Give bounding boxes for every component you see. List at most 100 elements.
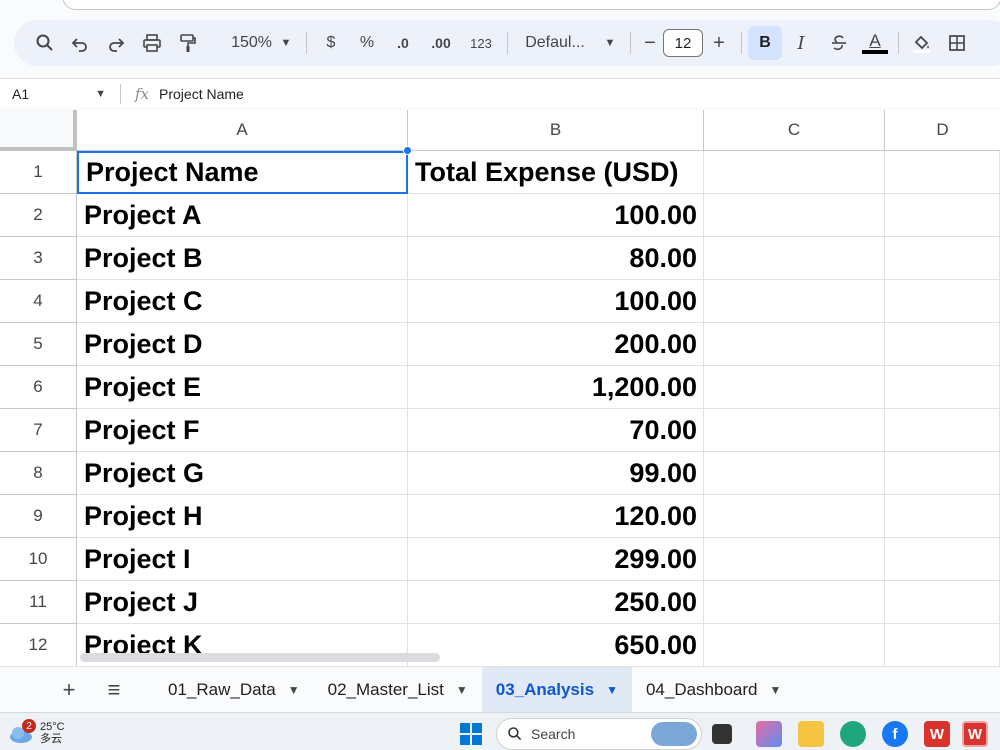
- cell-project-name[interactable]: Project A: [77, 194, 408, 237]
- row-header[interactable]: 11: [0, 581, 77, 624]
- select-all-corner[interactable]: [0, 110, 77, 151]
- cell-empty[interactable]: [885, 151, 1000, 194]
- strikethrough-icon[interactable]: [820, 27, 858, 59]
- currency-format-button[interactable]: $: [313, 27, 349, 59]
- cell-empty[interactable]: [704, 323, 885, 366]
- cell-empty[interactable]: [885, 624, 1000, 666]
- text-color-button[interactable]: A: [858, 27, 892, 59]
- cell-empty[interactable]: [704, 151, 885, 194]
- selected-cell-a1[interactable]: Project Name: [77, 151, 408, 194]
- cell-empty[interactable]: [704, 280, 885, 323]
- cell-empty[interactable]: [885, 194, 1000, 237]
- cell-header-expense[interactable]: Total Expense (USD): [408, 151, 704, 194]
- cell-empty[interactable]: [704, 194, 885, 237]
- formula-input[interactable]: Project Name: [159, 86, 244, 102]
- column-header-b[interactable]: B: [408, 110, 704, 151]
- add-sheet-button[interactable]: +: [44, 674, 94, 706]
- windows-start-icon[interactable]: [458, 721, 484, 747]
- cell-expense[interactable]: 99.00: [408, 452, 704, 495]
- cell-expense[interactable]: 80.00: [408, 237, 704, 280]
- cell-project-name[interactable]: Project H: [77, 495, 408, 538]
- redo-icon[interactable]: [98, 27, 134, 59]
- paint-format-icon[interactable]: [170, 27, 206, 59]
- decrease-font-size-button[interactable]: −: [637, 27, 663, 59]
- cell-empty[interactable]: [704, 409, 885, 452]
- row-header[interactable]: 1: [0, 151, 77, 194]
- cell-empty[interactable]: [704, 495, 885, 538]
- row-header[interactable]: 5: [0, 323, 77, 366]
- sheet-tab-master-list[interactable]: 02_Master_List ▼: [314, 667, 482, 713]
- all-sheets-menu-button[interactable]: ≡: [94, 674, 134, 706]
- wps-office-icon[interactable]: W: [924, 721, 950, 747]
- name-box[interactable]: A1 ▼: [0, 86, 120, 102]
- sheet-tab-analysis[interactable]: 03_Analysis ▼: [481, 666, 632, 713]
- row-header[interactable]: 10: [0, 538, 77, 581]
- cell-project-name[interactable]: Project I: [77, 538, 408, 581]
- row-header[interactable]: 6: [0, 366, 77, 409]
- cell-empty[interactable]: [704, 452, 885, 495]
- borders-icon[interactable]: [939, 27, 975, 59]
- sheet-tab-dashboard[interactable]: 04_Dashboard ▼: [632, 667, 795, 713]
- cell-empty[interactable]: [885, 280, 1000, 323]
- cell-empty[interactable]: [885, 538, 1000, 581]
- edge-browser-icon[interactable]: [840, 721, 866, 747]
- font-select[interactable]: Defaul...: [514, 27, 596, 59]
- copilot-icon[interactable]: [756, 721, 782, 747]
- italic-button[interactable]: I: [782, 27, 820, 59]
- cell-empty[interactable]: [885, 452, 1000, 495]
- cell-empty[interactable]: [704, 538, 885, 581]
- taskbar-search-box[interactable]: Search: [496, 718, 702, 750]
- row-header[interactable]: 2: [0, 194, 77, 237]
- cell-expense[interactable]: 299.00: [408, 538, 704, 581]
- percent-format-button[interactable]: %: [349, 27, 385, 59]
- cell-project-name[interactable]: Project B: [77, 237, 408, 280]
- cell-project-name[interactable]: Project J: [77, 581, 408, 624]
- print-icon[interactable]: [134, 27, 170, 59]
- zoom-chevron-down-icon[interactable]: ▼: [272, 27, 300, 59]
- cell-empty[interactable]: [885, 366, 1000, 409]
- chevron-down-icon[interactable]: ▼: [456, 683, 468, 697]
- weather-widget[interactable]: 2 25°C 多云: [8, 719, 65, 745]
- number-format-button[interactable]: 123: [461, 27, 501, 59]
- cell-empty[interactable]: [885, 495, 1000, 538]
- chevron-down-icon[interactable]: ▼: [288, 683, 300, 697]
- increase-decimal-button[interactable]: .00: [421, 27, 461, 59]
- facebook-icon[interactable]: f: [882, 721, 908, 747]
- row-header[interactable]: 3: [0, 237, 77, 280]
- cell-empty[interactable]: [885, 409, 1000, 452]
- cell-empty[interactable]: [885, 237, 1000, 280]
- cell-expense[interactable]: 250.00: [408, 581, 704, 624]
- row-header[interactable]: 4: [0, 280, 77, 323]
- cell-empty[interactable]: [704, 581, 885, 624]
- cell-empty[interactable]: [704, 237, 885, 280]
- chevron-down-icon[interactable]: ▼: [769, 683, 781, 697]
- increase-font-size-button[interactable]: +: [703, 27, 735, 59]
- cell-empty[interactable]: [885, 323, 1000, 366]
- task-view-icon[interactable]: [712, 724, 732, 744]
- search-menus-icon[interactable]: [28, 27, 62, 59]
- row-header[interactable]: 8: [0, 452, 77, 495]
- row-header[interactable]: 7: [0, 409, 77, 452]
- font-chevron-down-icon[interactable]: ▼: [596, 27, 624, 59]
- cell-expense[interactable]: 1,200.00: [408, 366, 704, 409]
- cell-project-name[interactable]: Project E: [77, 366, 408, 409]
- cell-expense[interactable]: 120.00: [408, 495, 704, 538]
- fill-handle[interactable]: [403, 146, 412, 155]
- zoom-select[interactable]: 150%: [206, 27, 272, 59]
- font-size-input[interactable]: 12: [663, 29, 703, 57]
- cell-expense[interactable]: 200.00: [408, 323, 704, 366]
- row-header[interactable]: 12: [0, 624, 77, 666]
- fill-color-icon[interactable]: [905, 27, 939, 59]
- decrease-decimal-button[interactable]: .0: [385, 27, 421, 59]
- cell-expense[interactable]: 100.00: [408, 280, 704, 323]
- chevron-down-icon[interactable]: ▼: [606, 683, 618, 697]
- cell-project-name[interactable]: Project G: [77, 452, 408, 495]
- cell-project-name[interactable]: Project C: [77, 280, 408, 323]
- wps-writer-icon[interactable]: W: [962, 721, 988, 747]
- cell-project-name[interactable]: Project F: [77, 409, 408, 452]
- sheet-tab-raw-data[interactable]: 01_Raw_Data ▼: [154, 667, 314, 713]
- name-box-chevron-down-icon[interactable]: ▼: [95, 88, 106, 100]
- cell-expense[interactable]: 650.00: [408, 624, 704, 666]
- cell-empty[interactable]: [704, 624, 885, 666]
- row-header[interactable]: 9: [0, 495, 77, 538]
